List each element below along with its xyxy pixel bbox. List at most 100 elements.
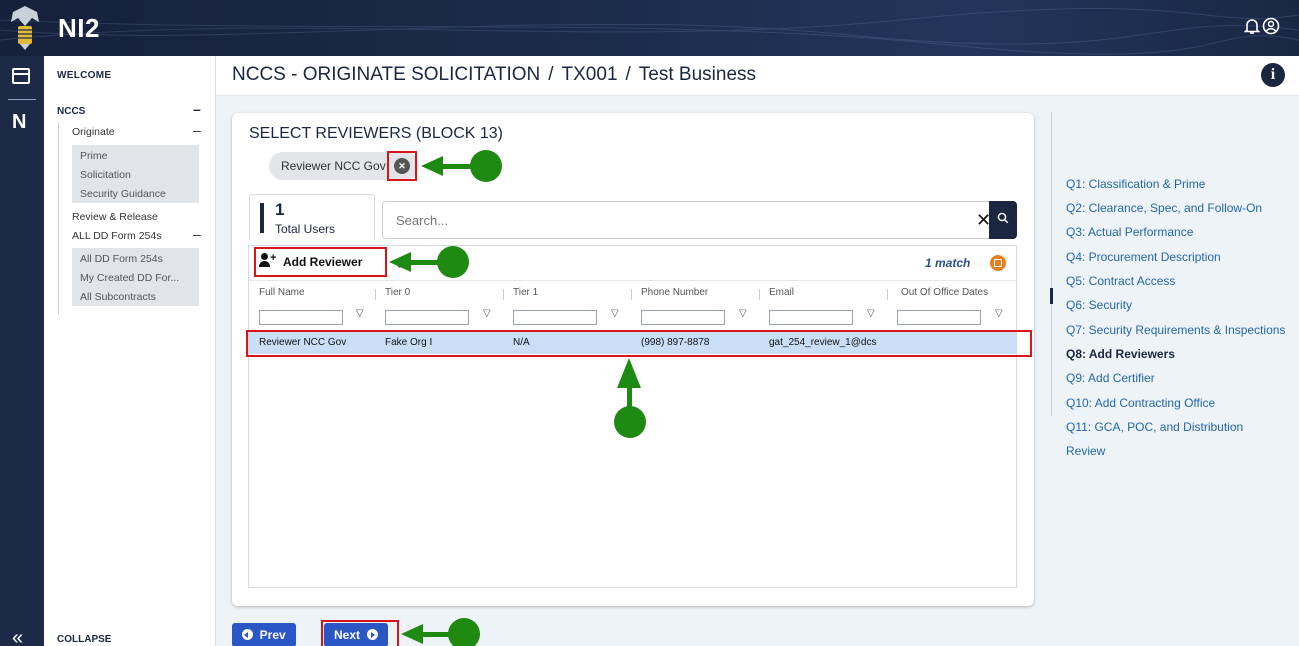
sidebar-item-prime[interactable]: Prime [80, 150, 107, 162]
grid-options-icon[interactable] [990, 255, 1006, 271]
sidebar-item-all-subcontracts[interactable]: All Subcontracts [80, 291, 156, 303]
total-users-tab[interactable]: 1 Total Users [249, 194, 375, 240]
col-out-of-office[interactable]: Out Of Office Dates [901, 287, 988, 298]
filter-funnel-icon[interactable]: ▽ [995, 308, 1003, 319]
sidebar-collapse-label[interactable]: COLLAPSE [57, 634, 111, 645]
search-icon [997, 212, 1009, 224]
sidebar-item-security-guidance[interactable]: Security Guidance [80, 188, 166, 200]
qnav-item-q6[interactable]: Q6: Security [1066, 298, 1132, 312]
sidebar-item-all-dd-form-254s[interactable]: All DD Form 254s [80, 253, 163, 265]
breadcrumb-section: NCCS - ORIGINATE SOLICITATION [232, 64, 541, 85]
annotation-arrowhead [617, 358, 641, 388]
dashboard-icon[interactable] [12, 68, 30, 84]
breadcrumb-separator: / [625, 64, 631, 85]
search-placeholder: Search... [396, 213, 449, 228]
annotation-box-next [321, 620, 399, 646]
icon-rail: N « [0, 56, 44, 646]
annotation-box-add-reviewer [254, 247, 387, 277]
qnav-item-q1[interactable]: Q1: Classification & Prime [1066, 177, 1205, 191]
qnav-item-q8[interactable]: Q8: Add Reviewers [1066, 347, 1175, 361]
sidebar-item-nccs[interactable]: NCCS [57, 106, 85, 117]
qnav-item-q4[interactable]: Q4: Procurement Description [1066, 250, 1221, 264]
agency-seal-logo [11, 6, 39, 50]
qnav-item-q7[interactable]: Q7: Security Requirements & Inspections [1066, 323, 1285, 337]
search-button[interactable] [989, 201, 1017, 239]
annotation-dot [614, 406, 646, 438]
n-app-icon[interactable]: N [12, 111, 26, 134]
col-tier-1[interactable]: Tier 1 [513, 287, 538, 298]
card-title: SELECT REVIEWERS (BLOCK 13) [249, 125, 503, 142]
qnav-line [1051, 112, 1052, 416]
col-separator [759, 289, 760, 300]
filter-full-name-input[interactable] [259, 310, 343, 325]
sidebar-tree-line [58, 122, 59, 314]
sidebar-item-all-dd-forms[interactable]: ALL DD Form 254s [72, 230, 161, 242]
annotation-dot [437, 246, 469, 278]
app-window: NI2 N « WELCOME NCCS – Originate – Prime… [0, 0, 1299, 646]
all-dd-collapse-minus-icon[interactable]: – [193, 226, 201, 242]
qnav-item-q5[interactable]: Q5: Contract Access [1066, 274, 1175, 288]
originate-collapse-minus-icon[interactable]: – [193, 122, 201, 138]
user-circle-icon[interactable] [1260, 17, 1282, 39]
col-separator [631, 289, 632, 300]
annotation-box-remove-chip [387, 151, 417, 181]
prev-button[interactable]: Prev [232, 623, 296, 646]
table-header-row: Full Name Tier 0 Tier 1 Phone Number Ema… [249, 282, 1016, 306]
sidebar-item-originate[interactable]: Originate [72, 126, 115, 138]
filter-funnel-icon[interactable]: ▽ [739, 308, 747, 319]
annotation-dot [448, 618, 480, 646]
breadcrumb-name: Test Business [638, 64, 757, 85]
match-count: 1 match [925, 256, 971, 270]
col-separator [503, 289, 504, 300]
nccs-collapse-minus-icon[interactable]: – [193, 101, 201, 117]
top-bar: NI2 [0, 0, 1299, 56]
filter-funnel-icon[interactable]: ▽ [867, 308, 875, 319]
sidebar-item-review-release[interactable]: Review & Release [72, 211, 158, 223]
col-phone-number[interactable]: Phone Number [641, 287, 708, 298]
search-input[interactable]: Search... ✕ [382, 201, 1017, 239]
arrow-left-circle-icon [242, 629, 253, 640]
breadcrumb-bar: NCCS - ORIGINATE SOLICITATION / TX001 / Test… [216, 56, 1299, 96]
breadcrumb: NCCS - ORIGINATE SOLICITATION / TX001 / Test… [232, 64, 756, 86]
annotation-dot [470, 150, 502, 182]
rail-divider [8, 99, 36, 100]
filter-email-input[interactable] [769, 310, 853, 325]
total-accent-bar [260, 203, 264, 233]
sidebar-item-my-created[interactable]: My Created DD For... [80, 272, 179, 284]
total-users-label: Total Users [275, 222, 336, 236]
filter-funnel-icon[interactable]: ▽ [483, 308, 491, 319]
main-content: NCCS - ORIGINATE SOLICITATION / TX001 / Test… [216, 56, 1299, 646]
qnav-item-q10[interactable]: Q10: Add Contracting Office [1066, 396, 1215, 410]
col-separator [887, 289, 888, 300]
info-icon[interactable]: i [1261, 63, 1285, 87]
sidebar-item-welcome[interactable]: WELCOME [57, 70, 111, 81]
total-users-count: 1 [275, 200, 285, 219]
question-nav: Q1: Classification & Prime Q2: Clearance… [1050, 112, 1299, 458]
select-reviewers-card: SELECT REVIEWERS (BLOCK 13) Reviewer NCC… [232, 113, 1034, 606]
filter-tier-0-input[interactable] [385, 310, 469, 325]
qnav-item-q3[interactable]: Q3: Actual Performance [1066, 225, 1193, 239]
qnav-item-q9[interactable]: Q9: Add Certifier [1066, 371, 1155, 385]
originate-subgroup: Prime Solicitation Security Guidance [72, 145, 199, 203]
filter-funnel-icon[interactable]: ▽ [611, 308, 619, 319]
prev-label: Prev [259, 628, 286, 642]
collapse-chevrons-icon[interactable]: « [12, 627, 23, 646]
qnav-item-q2[interactable]: Q2: Clearance, Spec, and Follow-On [1066, 201, 1262, 215]
filter-phone-input[interactable] [641, 310, 725, 325]
filter-out-of-office-input[interactable] [897, 310, 981, 325]
col-full-name[interactable]: Full Name [259, 287, 305, 298]
qnav-active-marker [1050, 288, 1053, 304]
filter-funnel-icon[interactable]: ▽ [356, 308, 364, 319]
sidebar-item-solicitation[interactable]: Solicitation [80, 169, 131, 181]
filter-tier-1-input[interactable] [513, 310, 597, 325]
col-separator [375, 289, 376, 300]
filter-row: ▽ ▽ ▽ ▽ ▽ ▽ [249, 307, 1016, 329]
qnav-item-review[interactable]: Review [1066, 444, 1105, 458]
all-dd-subgroup: All DD Form 254s My Created DD For... Al… [72, 248, 199, 306]
col-email[interactable]: Email [769, 287, 794, 298]
annotation-box-reviewer-row [246, 330, 1032, 357]
breadcrumb-separator: / [548, 64, 554, 85]
col-tier-0[interactable]: Tier 0 [385, 287, 410, 298]
qnav-item-q11[interactable]: Q11: GCA, POC, and Distribution [1066, 420, 1243, 434]
app-title: NI2 [58, 13, 100, 43]
